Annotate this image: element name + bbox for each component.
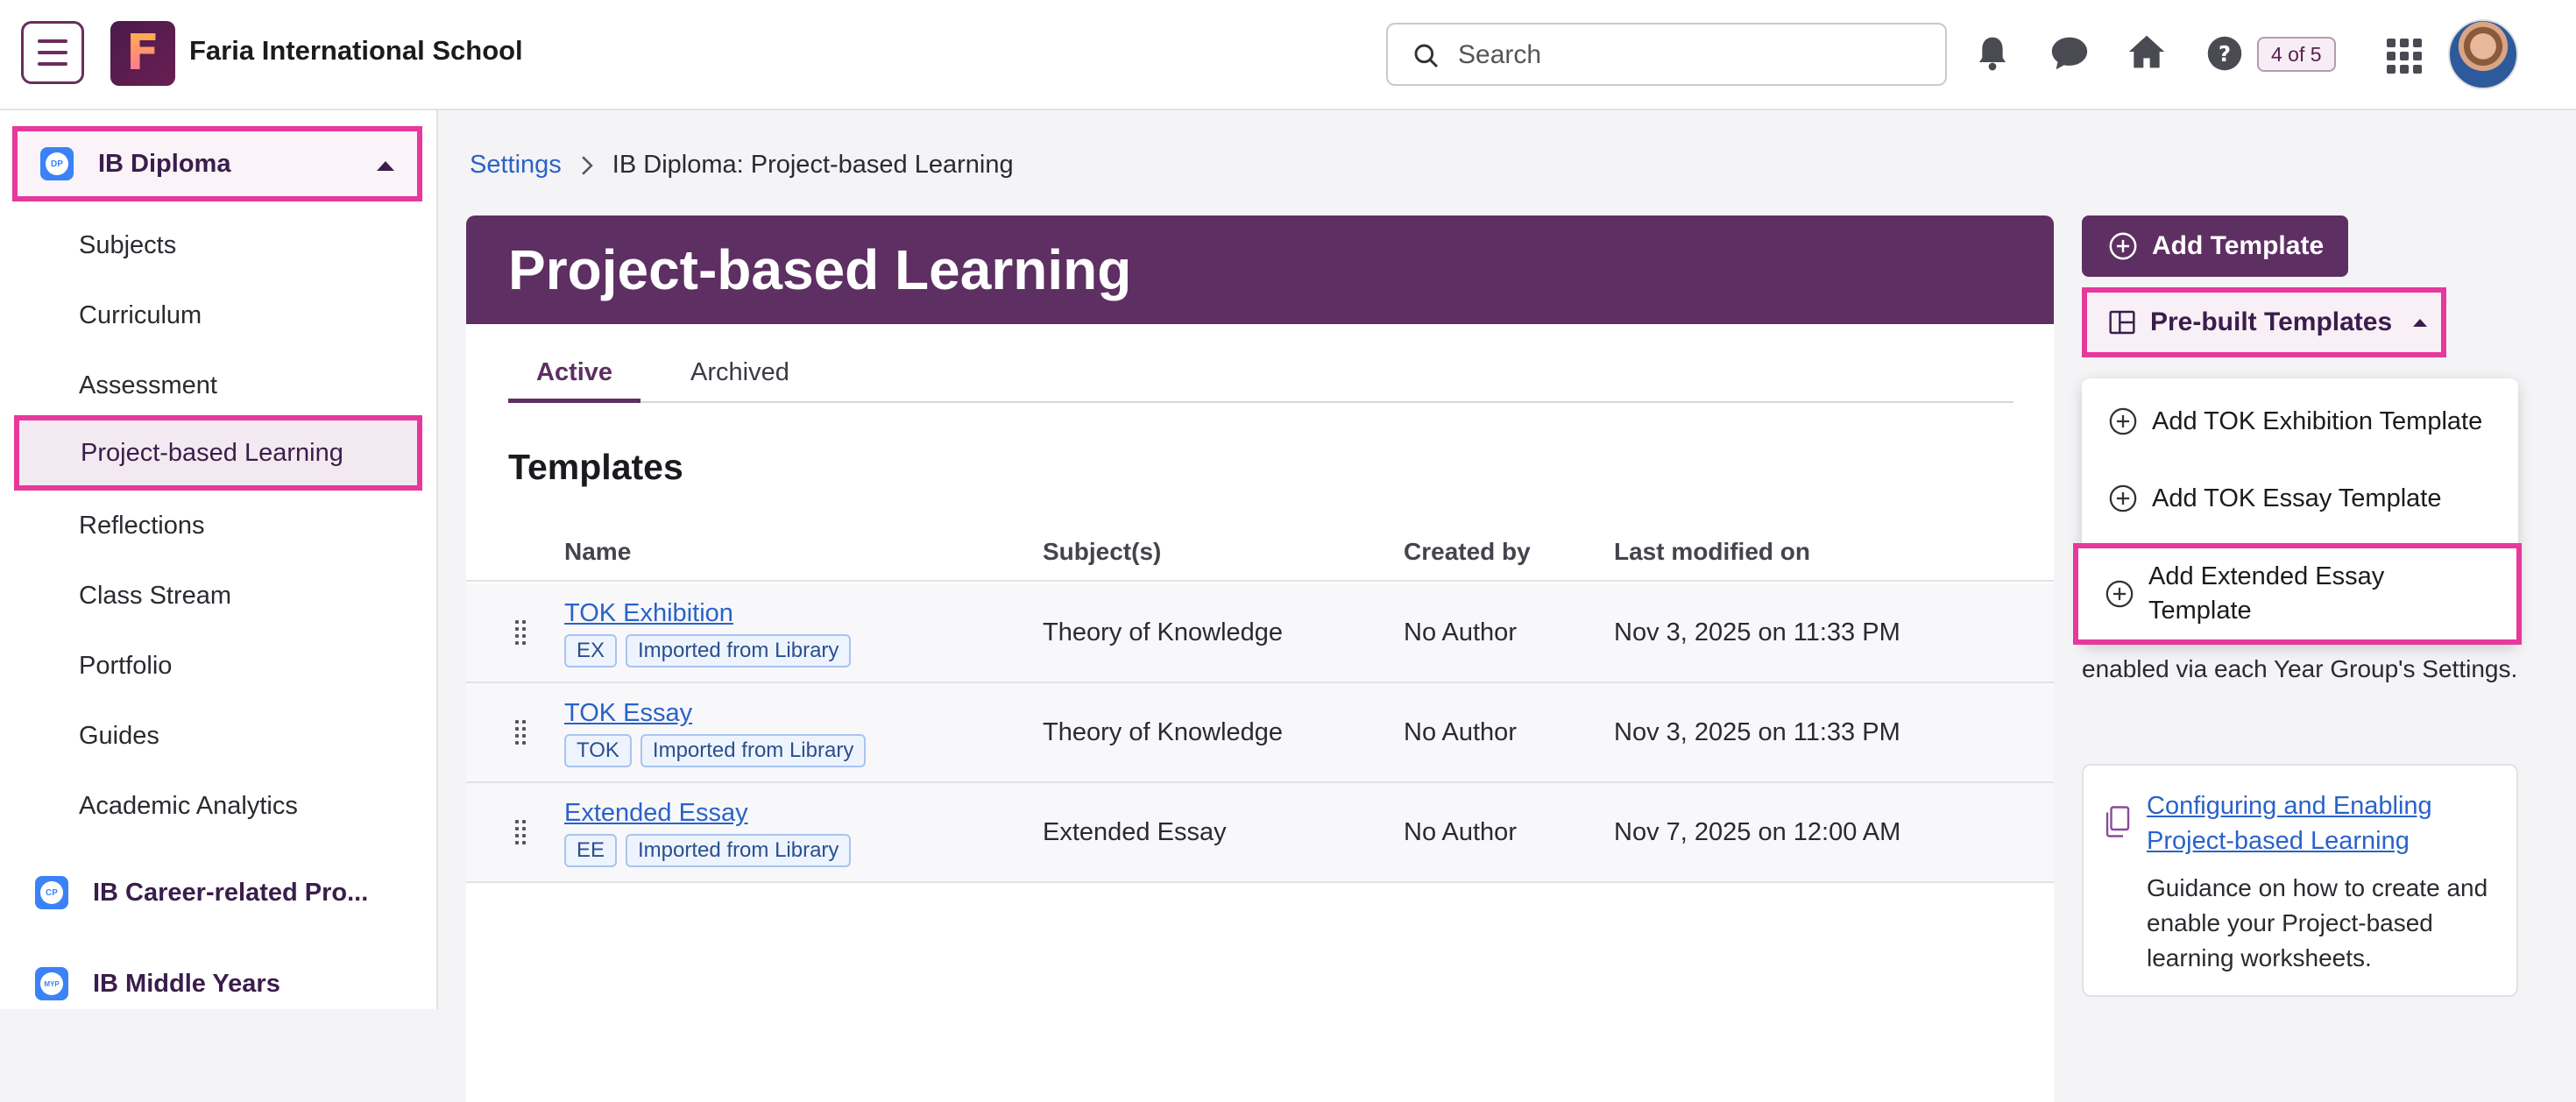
menu-item-add-tok-essay[interactable]: Add TOK Essay Template [2108, 484, 2441, 513]
sidebar-item-guides[interactable]: Guides [79, 722, 159, 751]
top-bar: F Faria International School ? 4 of 5 [0, 0, 2576, 110]
prebuilt-templates-label: Pre-built Templates [2150, 307, 2393, 336]
tab-active[interactable]: Active [508, 354, 641, 403]
sidebar-item-academic-analytics[interactable]: Academic Analytics [79, 792, 298, 821]
program-ib-diploma[interactable]: DP IB Diploma [12, 126, 422, 201]
sidebar-item-project-based-learning[interactable]: Project-based Learning [14, 415, 422, 491]
hamburger-menu-button[interactable] [21, 21, 84, 84]
imported-badge: Imported from Library [626, 634, 852, 668]
template-code-badge: EE [564, 834, 618, 867]
home-icon[interactable] [2127, 33, 2166, 70]
modified-cell: Nov 7, 2025 on 12:00 AM [1614, 818, 1901, 846]
sidebar-item-curriculum[interactable]: Curriculum [79, 301, 202, 330]
program-badge-icon: DP [40, 147, 74, 180]
drag-handle-icon[interactable] [515, 620, 526, 645]
subject-cell: Theory of Knowledge [1043, 718, 1284, 746]
program-label: IB Career-related Pro... [93, 878, 369, 907]
subject-cell: Theory of Knowledge [1043, 618, 1284, 646]
section-title: Templates [508, 447, 683, 487]
template-name-link[interactable]: TOK Exhibition [564, 599, 733, 628]
apps-grid-icon[interactable] [2387, 39, 2422, 74]
breadcrumb: Settings IB Diploma: Project-based Learn… [470, 151, 1014, 180]
page-header: Project-based Learning [466, 215, 2054, 324]
card-body: Active Archived Templates Name Subject(s… [466, 324, 2054, 1102]
plus-circle-icon [2109, 484, 2137, 512]
imported-badge: Imported from Library [640, 734, 867, 767]
program-label: IB Middle Years [93, 969, 280, 998]
tab-bar: Active Archived [508, 354, 2013, 403]
modified-cell: Nov 3, 2025 on 11:33 PM [1614, 618, 1900, 646]
template-code-badge: EX [564, 634, 618, 668]
search-input[interactable] [1458, 37, 1914, 74]
sidebar: DP IB Diploma Subjects Curriculum Assess… [0, 110, 438, 1009]
tour-step-counter: 4 of 5 [2257, 37, 2336, 72]
sidebar-item-class-stream[interactable]: Class Stream [79, 582, 231, 611]
chat-icon[interactable] [2050, 35, 2089, 72]
program-ib-middle-years[interactable]: MYP IB Middle Years [12, 946, 422, 1021]
drag-handle-icon[interactable] [515, 820, 526, 844]
svg-text:?: ? [2219, 41, 2231, 67]
chevron-up-icon [377, 161, 394, 171]
subject-cell: Extended Essay [1043, 818, 1227, 846]
plus-circle-icon [2109, 232, 2137, 260]
logo-letter: F [125, 25, 160, 81]
menu-item-label: Add TOK Exhibition Template [2152, 406, 2483, 435]
breadcrumb-current: IB Diploma: Project-based Learning [612, 151, 1014, 179]
breadcrumb-settings-link[interactable]: Settings [470, 151, 562, 180]
template-code-badge: TOK [564, 734, 632, 767]
search-icon [1414, 44, 1439, 68]
column-header-subjects: Subject(s) [1043, 538, 1162, 565]
school-name: Faria International School [189, 35, 523, 66]
plus-circle-icon [2105, 580, 2134, 608]
sidebar-item-reflections[interactable]: Reflections [79, 512, 204, 540]
guide-link[interactable]: Configuring and Enabling Project-based L… [2147, 788, 2506, 858]
table-row[interactable]: TOK Exhibition EX Imported from Library … [466, 583, 2054, 683]
sidebar-item-portfolio[interactable]: Portfolio [79, 652, 172, 681]
chevron-up-icon [2413, 318, 2428, 327]
school-logo[interactable]: F [110, 21, 175, 86]
program-ib-career-related[interactable]: CP IB Career-related Pro... [12, 855, 422, 930]
document-icon [2105, 806, 2130, 837]
imported-badge: Imported from Library [626, 834, 852, 867]
sidebar-item-subjects[interactable]: Subjects [79, 231, 176, 260]
menu-item-add-tok-exhibition[interactable]: Add TOK Exhibition Template [2108, 406, 2482, 436]
column-header-created-by: Created by [1404, 538, 1531, 565]
chevron-right-icon [582, 155, 593, 175]
add-template-button[interactable]: Add Template [2082, 215, 2348, 277]
template-layout-icon [2109, 310, 2135, 335]
help-text: enabled via each Year Group's Settings. [2082, 655, 2518, 682]
help-icon[interactable]: ? [2206, 35, 2243, 72]
menu-item-label: Add Extended Essay Template [2148, 562, 2385, 625]
user-avatar[interactable] [2448, 19, 2518, 89]
program-badge-icon: CP [35, 876, 68, 909]
menu-item-label: Add TOK Essay Template [2152, 484, 2442, 512]
created-by-cell: No Author [1404, 718, 1517, 746]
column-header-last-modified: Last modified on [1614, 538, 1810, 565]
created-by-cell: No Author [1404, 618, 1517, 646]
template-name-link[interactable]: TOK Essay [564, 699, 692, 728]
sidebar-item-assessment[interactable]: Assessment [79, 371, 217, 400]
tab-archived[interactable]: Archived [662, 354, 817, 403]
page-title: Project-based Learning [508, 238, 1132, 301]
program-label: IB Diploma [98, 149, 231, 178]
add-template-label: Add Template [2152, 231, 2325, 260]
modified-cell: Nov 3, 2025 on 11:33 PM [1614, 718, 1900, 746]
program-badge-icon: MYP [35, 967, 68, 1000]
search-box[interactable] [1386, 23, 1947, 86]
templates-card: Project-based Learning Active Archived T… [466, 215, 2054, 1102]
menu-item-add-extended-essay[interactable]: Add Extended Essay Template [2073, 543, 2522, 645]
template-name-link[interactable]: Extended Essay [564, 799, 748, 828]
table-header: Name Subject(s) Created by Last modified… [466, 529, 2054, 582]
prebuilt-templates-dropdown: Add TOK Exhibition Template Add TOK Essa… [2073, 378, 2522, 645]
prebuilt-templates-button[interactable]: Pre-built Templates [2082, 287, 2446, 357]
guide-card: Configuring and Enabling Project-based L… [2082, 764, 2518, 997]
created-by-cell: No Author [1404, 818, 1517, 846]
table-row[interactable]: Extended Essay EE Imported from Library … [466, 783, 2054, 883]
guide-description: Guidance on how to create and enable you… [2147, 874, 2488, 971]
plus-circle-icon [2109, 407, 2137, 435]
table-row[interactable]: TOK Essay TOK Imported from Library Theo… [466, 683, 2054, 783]
column-header-name: Name [564, 538, 632, 565]
drag-handle-icon[interactable] [515, 720, 526, 745]
bell-icon[interactable] [1975, 33, 2010, 74]
